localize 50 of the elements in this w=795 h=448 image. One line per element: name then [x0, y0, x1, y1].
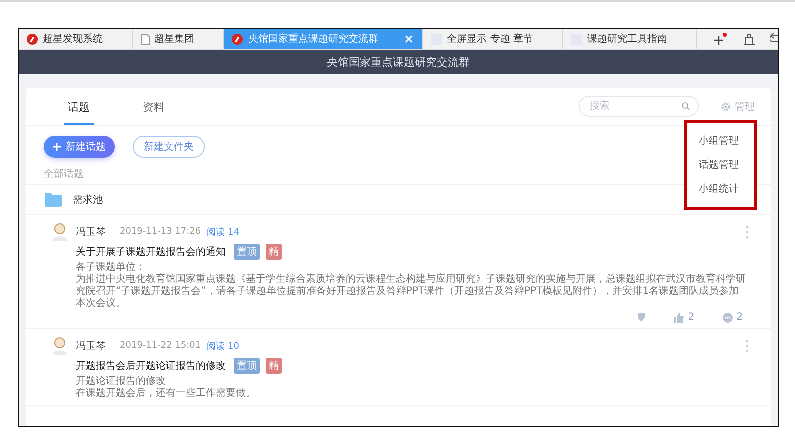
tag: 置顶 — [234, 358, 260, 374]
undo-icon — [770, 33, 778, 45]
folder-icon — [45, 192, 62, 206]
post-title[interactable]: 关于开展子课题开题报告会的通知 — [76, 245, 226, 259]
tab-label: 超星集团 — [154, 32, 195, 46]
post-text: 开题论证报告的修改 — [75, 376, 167, 388]
avatar-icon — [52, 337, 68, 355]
new-tab-icon — [713, 33, 728, 45]
author-name[interactable]: 冯玉琴 — [76, 225, 106, 239]
post-time: 2019-11-13 17:26 — [120, 227, 202, 237]
search-icon — [682, 101, 690, 112]
tab-label: 课题研究工具指南 — [587, 32, 668, 46]
plus-icon — [53, 143, 61, 151]
tag: 精 — [266, 244, 282, 260]
pin-icon — [637, 313, 646, 322]
browser-tab[interactable]: 课题研究工具指南 — [563, 29, 698, 49]
building-icon — [743, 33, 756, 45]
new-folder-button[interactable]: 新建文件夹 — [133, 136, 205, 158]
comment-icon — [722, 312, 733, 322]
tag: 精 — [266, 358, 282, 374]
logo-icon — [232, 34, 244, 44]
more-icon — [746, 340, 749, 352]
avatar-icon — [52, 223, 68, 241]
read-count: 阅读 10 — [207, 340, 240, 352]
search-input[interactable]: 搜索 — [588, 100, 682, 113]
content-tab[interactable]: 话题 — [64, 88, 94, 125]
tab-label: 全屏显示 专题 章节 — [447, 32, 534, 46]
search-field[interactable]: 搜索 — [579, 96, 699, 117]
post-text: 各子课题单位： — [75, 262, 147, 274]
browser-tab[interactable]: 超星发现系统 — [19, 29, 133, 49]
settings-icon — [721, 102, 731, 112]
post-time: 2019-11-22 15:01 — [120, 341, 202, 351]
document-icon — [140, 34, 150, 44]
tab-label: 超星发现系统 — [43, 32, 103, 46]
read-count: 阅读 14 — [207, 226, 240, 238]
author-name[interactable]: 冯玉琴 — [76, 339, 106, 353]
post-text: 为推进中央电化教育馆国家重点课题《基于学生综合素质培养的云课程生态构建与应用研究》子课题研究的实施与开展，总课题组拟在武汉市教育科学研究院召开“子课题开题报告会”，请各子课题单位提前准备好开题报告及答辩PPT课件（开题报告及答辩PPT模板见附件），并安排1名课题团队成员参加本次会议。 — [75, 274, 747, 310]
menu-item[interactable]: 小组管理 — [687, 129, 754, 153]
more-icon — [746, 226, 749, 238]
menu-item[interactable]: 话题管理 — [687, 153, 754, 177]
tag: 置顶 — [234, 244, 260, 260]
new-topic-button[interactable]: 新建话题 — [44, 136, 115, 158]
thumb-up-icon — [674, 312, 684, 322]
logo-icon — [27, 34, 38, 44]
post-text: 在课题开题会后，还有一些工作需要做。 — [75, 388, 257, 400]
browser-tab[interactable]: 全屏显示 专题 章节 — [423, 29, 564, 49]
page-title: 央馆国家重点课题研究交流群 — [327, 54, 470, 70]
content-tab[interactable]: 资料 — [139, 88, 169, 125]
tab-label: 央馆国家重点课题研究交流群 — [248, 32, 378, 46]
post-title[interactable]: 开题报告会后开题论证报告的修改 — [76, 359, 226, 373]
